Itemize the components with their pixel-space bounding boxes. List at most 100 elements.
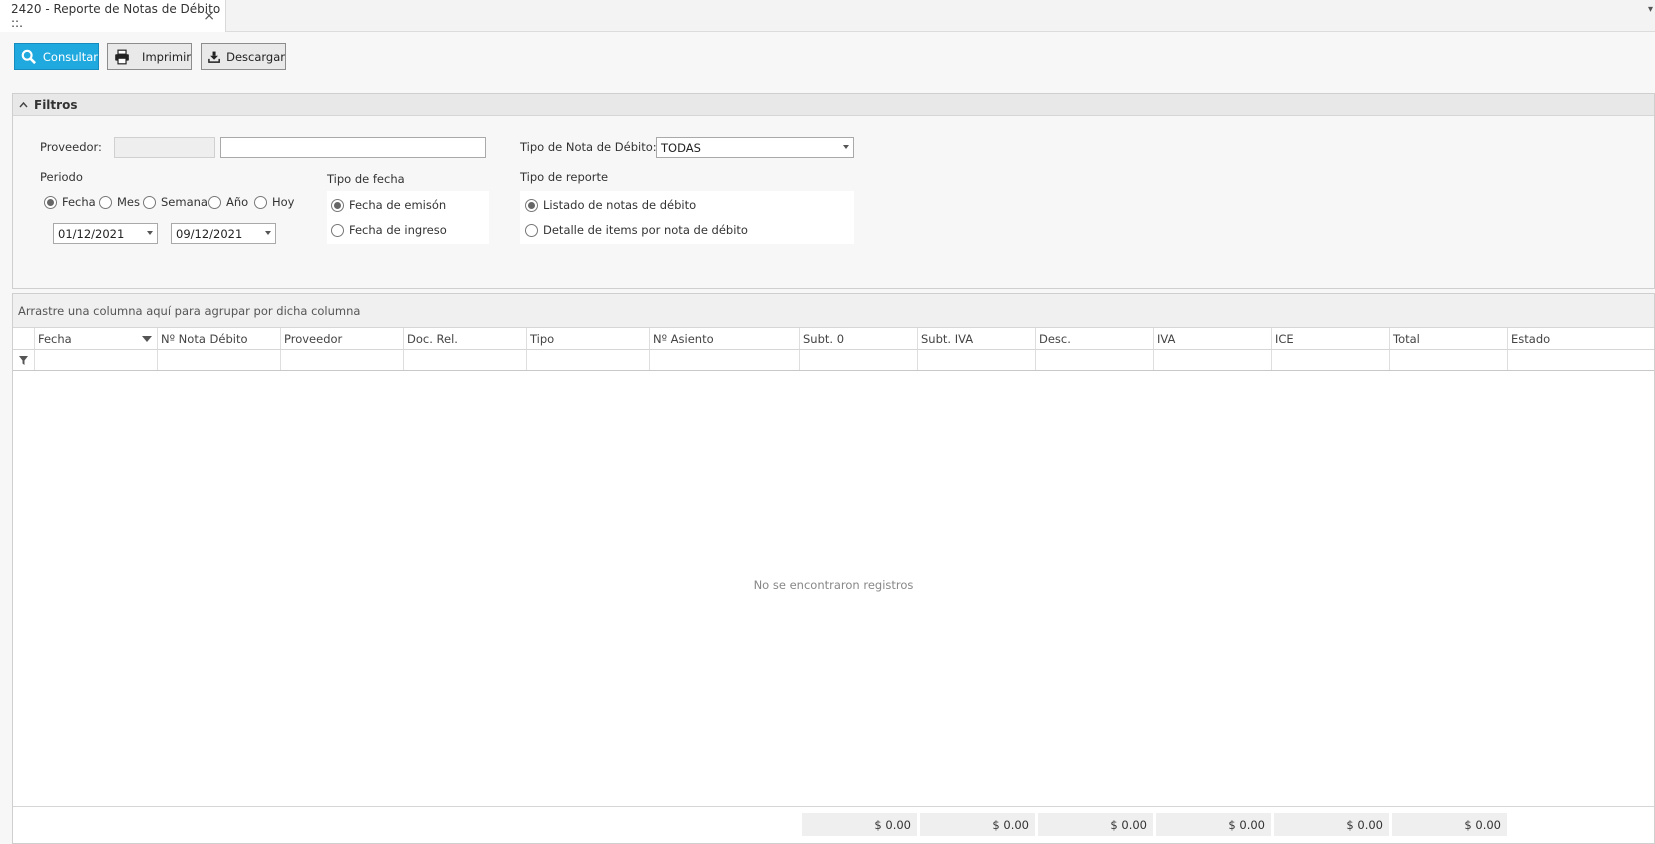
tipo-fecha-ingreso-radio[interactable]: Fecha de ingreso [331, 223, 447, 237]
column-label: Estado [1511, 331, 1551, 346]
proveedor-code-field[interactable] [114, 137, 215, 158]
filter-cell-doc-rel[interactable] [404, 350, 527, 370]
radio-selected-icon [331, 198, 344, 212]
chevron-up-icon [19, 101, 28, 108]
periodo-hoy-radio[interactable]: Hoy [254, 195, 295, 209]
radio-label: Año [226, 195, 249, 209]
filter-cell-proveedor[interactable] [281, 350, 404, 370]
proveedor-name-field[interactable] [220, 137, 486, 158]
column-header-fecha[interactable]: Fecha [35, 328, 158, 349]
dropdown-arrow-icon [147, 231, 153, 235]
filter-cell-subt-0[interactable] [800, 350, 918, 370]
column-header-proveedor[interactable]: Proveedor [281, 328, 404, 349]
radio-label: Semana [161, 195, 208, 209]
column-label: Nº Nota Débito [161, 331, 248, 346]
column-header-nro-asiento[interactable]: Nº Asiento [650, 328, 800, 349]
filter-cell-ice[interactable] [1272, 350, 1390, 370]
periodo-semana-radio[interactable]: Semana [143, 195, 208, 209]
radio-icon [208, 195, 221, 209]
tipo-reporte-detalle-radio[interactable]: Detalle de items por nota de débito [525, 223, 748, 237]
filter-cell-tipo[interactable] [527, 350, 650, 370]
radio-selected-icon [525, 198, 538, 212]
tipo-fecha-emision-radio[interactable]: Fecha de emisón [331, 198, 446, 212]
group-hint: Arrastre una columna aquí para agrupar p… [18, 303, 361, 318]
radio-label: Hoy [272, 195, 295, 209]
radio-icon [254, 195, 267, 209]
filters-panel: Filtros Proveedor: Tipo de Nota de Débit… [12, 93, 1655, 289]
fecha-desde-value: 01/12/2021 [58, 226, 125, 241]
radio-icon [525, 223, 538, 237]
column-header-subt-iva[interactable]: Subt. IVA [918, 328, 1036, 349]
radio-icon [143, 195, 156, 209]
grid-footer: $ 0.00 $ 0.00 $ 0.00 $ 0.00 $ 0.00 $ 0.0… [13, 806, 1654, 843]
periodo-mes-radio[interactable]: Mes [99, 195, 140, 209]
column-label: Subt. 0 [803, 331, 845, 346]
radio-label: Fecha [62, 195, 96, 209]
periodo-fecha-radio[interactable]: Fecha [44, 195, 96, 209]
fecha-desde-picker[interactable]: 01/12/2021 [53, 223, 158, 244]
column-label: ICE [1275, 331, 1294, 346]
tipo-reporte-listado-radio[interactable]: Listado de notas de débito [525, 198, 696, 212]
column-header-desc[interactable]: Desc. [1036, 328, 1154, 349]
filter-cell-nro-nota[interactable] [158, 350, 281, 370]
column-label: Nº Asiento [653, 331, 714, 346]
filter-cell-fecha[interactable] [35, 350, 158, 370]
tab-title: 2420 - Reporte de Notas de Débito ::. [11, 2, 221, 30]
radio-label: Listado de notas de débito [543, 198, 697, 212]
dropdown-arrow-icon [265, 231, 271, 235]
radio-icon [331, 223, 344, 237]
filter-icon [19, 355, 28, 365]
filter-cell-total[interactable] [1390, 350, 1508, 370]
grid-filter-row [13, 350, 1654, 371]
group-panel[interactable]: Arrastre una columna aquí para agrupar p… [13, 294, 1654, 328]
consultar-label: Consultar [42, 49, 98, 64]
radio-label: Detalle de items por nota de débito [543, 223, 748, 237]
total-ice: $ 0.00 [1274, 813, 1389, 836]
imprimir-label: Imprimir [142, 49, 191, 64]
column-header-estado[interactable]: Estado [1508, 328, 1654, 349]
proveedor-label: Proveedor: [40, 140, 102, 154]
total-desc: $ 0.00 [1038, 813, 1153, 836]
imprimir-button[interactable]: Imprimir [107, 43, 192, 70]
filters-title: Filtros [34, 97, 78, 112]
radio-label: Fecha de ingreso [349, 223, 447, 237]
radio-selected-icon [44, 195, 57, 209]
filter-cell-nro-asiento[interactable] [650, 350, 800, 370]
tab-bar: 2420 - Reporte de Notas de Débito ::. × … [0, 0, 1655, 32]
dropdown-arrow-icon [843, 145, 849, 149]
filters-header[interactable]: Filtros [13, 94, 1654, 116]
filter-icon-cell [13, 350, 35, 370]
column-label: Proveedor [284, 331, 343, 346]
column-label: Desc. [1039, 331, 1071, 346]
column-header-tipo[interactable]: Tipo [527, 328, 650, 349]
chevron-down-icon[interactable]: ▾ [1648, 4, 1653, 15]
periodo-anio-radio[interactable]: Año [208, 195, 248, 209]
column-header-nro-nota[interactable]: Nº Nota Débito [158, 328, 281, 349]
column-header-ice[interactable]: ICE [1272, 328, 1390, 349]
descargar-label: Descargar [226, 49, 285, 64]
total-subt-iva: $ 0.00 [920, 813, 1035, 836]
column-header-doc-rel[interactable]: Doc. Rel. [404, 328, 527, 349]
download-icon [208, 51, 220, 63]
sort-descending-icon [142, 336, 152, 342]
tab-reporte-notas-debito[interactable]: 2420 - Reporte de Notas de Débito ::. × [0, 0, 226, 32]
filter-cell-iva[interactable] [1154, 350, 1272, 370]
column-header-total[interactable]: Total [1390, 328, 1508, 349]
consultar-button[interactable]: Consultar [14, 43, 99, 70]
column-header-subt-0[interactable]: Subt. 0 [800, 328, 918, 349]
filter-cell-desc[interactable] [1036, 350, 1154, 370]
filter-cell-subt-iva[interactable] [918, 350, 1036, 370]
radio-icon [99, 195, 112, 209]
total-subt-0: $ 0.00 [802, 813, 917, 836]
periodo-label: Periodo [40, 170, 83, 184]
total-iva: $ 0.00 [1156, 813, 1271, 836]
tipo-reporte-label: Tipo de reporte [520, 170, 609, 184]
descargar-button[interactable]: Descargar [201, 43, 286, 70]
fecha-hasta-value: 09/12/2021 [176, 226, 243, 241]
fecha-hasta-picker[interactable]: 09/12/2021 [171, 223, 276, 244]
close-icon[interactable]: × [203, 8, 215, 24]
tipo-nota-select[interactable]: TODAS [656, 137, 854, 158]
total-total: $ 0.00 [1392, 813, 1507, 836]
column-header-iva[interactable]: IVA [1154, 328, 1272, 349]
filter-cell-estado[interactable] [1508, 350, 1654, 370]
